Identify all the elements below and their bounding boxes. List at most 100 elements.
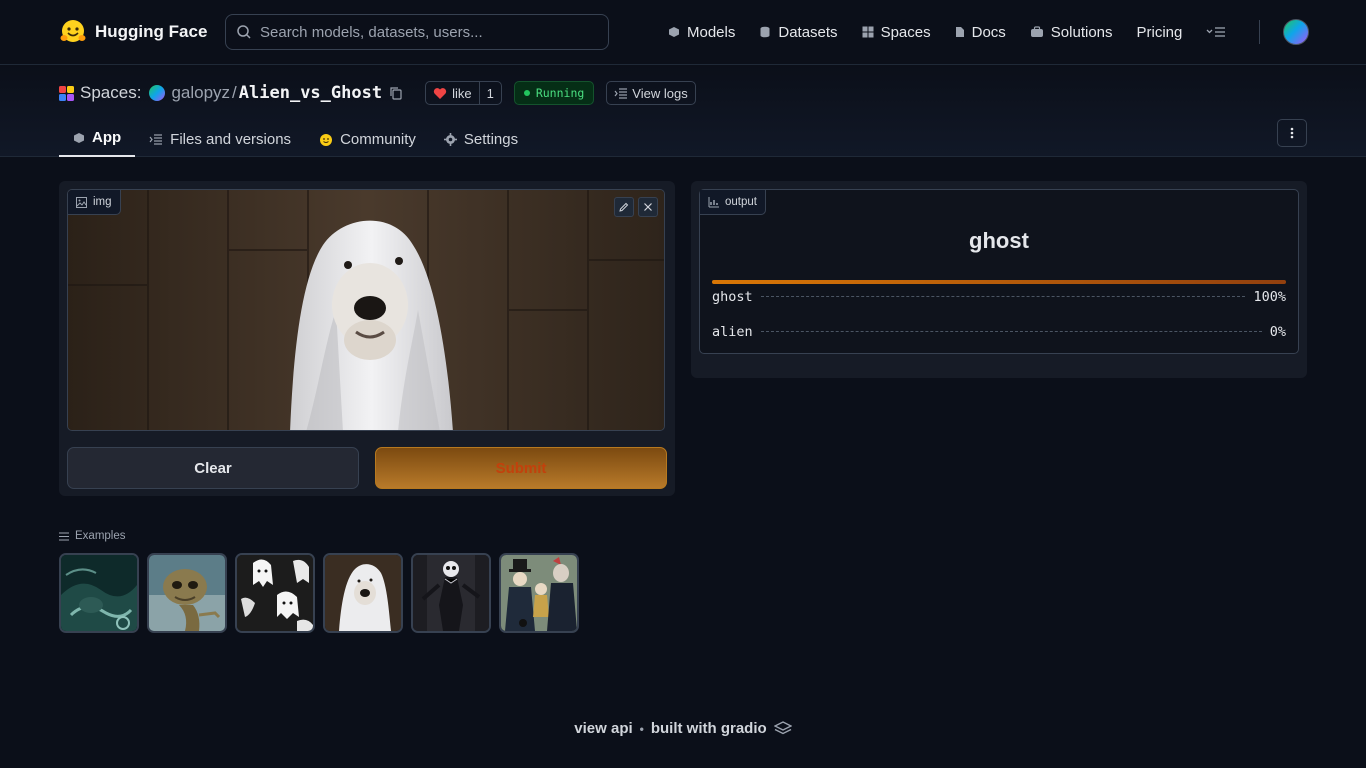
view-api-link[interactable]: view api	[574, 720, 632, 737]
image-tools	[614, 197, 658, 217]
input-panel: img Clear Submit	[59, 181, 675, 496]
status-dot	[523, 90, 530, 96]
search-input[interactable]	[260, 23, 590, 41]
models-icon	[669, 27, 679, 37]
output-label-text: output	[725, 196, 757, 208]
brand-link[interactable]: Hugging Face	[59, 18, 207, 46]
space-header: Spaces: galopyz / Alien_vs_Ghost like 1 …	[0, 65, 1366, 157]
nav-datasets-label: Datasets	[778, 23, 838, 41]
tab-community[interactable]: Community	[305, 122, 430, 157]
datasets-icon	[760, 26, 770, 38]
nav-solutions[interactable]: Solutions	[1030, 24, 1113, 41]
main-nav: Models Datasets Spaces Docs Solutions Pr…	[668, 20, 1250, 44]
copy-icon[interactable]	[389, 86, 403, 100]
confidence-value: 0%	[1269, 324, 1286, 340]
dotted-leader	[760, 331, 1262, 332]
search-icon	[237, 25, 251, 39]
space-title-row: Spaces: galopyz / Alien_vs_Ghost like 1 …	[59, 81, 696, 105]
spaces-label: Spaces:	[80, 83, 142, 102]
tab-settings[interactable]: Settings	[430, 122, 532, 157]
path-separator: /	[232, 83, 237, 102]
image-input-label: img	[68, 190, 121, 215]
submit-button[interactable]: Submit	[375, 447, 667, 489]
nav-pricing[interactable]: Pricing	[1137, 24, 1183, 41]
example-image-cartoon-ghosts	[237, 555, 313, 631]
nav-datasets[interactable]: Datasets	[759, 23, 838, 41]
example-thumbnail[interactable]	[147, 553, 227, 633]
image-input[interactable]: img	[67, 189, 665, 431]
nav-pricing-label: Pricing	[1136, 23, 1183, 41]
view-logs-label: View logs	[632, 85, 688, 101]
nav-models-label: Models	[687, 23, 736, 41]
more-options-button[interactable]	[1277, 119, 1307, 147]
list-icon	[59, 532, 69, 540]
menu-icon	[1206, 27, 1226, 37]
tab-files-label: Files and versions	[170, 131, 292, 148]
chart-icon	[708, 196, 719, 207]
example-thumbnail[interactable]	[59, 553, 139, 633]
gear-icon	[443, 133, 457, 146]
uploaded-image	[68, 190, 664, 430]
confidence-bar	[712, 280, 1286, 284]
example-thumbnail[interactable]	[235, 553, 315, 633]
edit-icon	[619, 202, 629, 212]
predicted-label: ghost	[969, 228, 1029, 253]
confidence-row-ghost[interactable]: ghost 100%	[712, 289, 1286, 305]
space-tabs: App Files and versions Community Setting…	[59, 122, 532, 157]
clear-button[interactable]: Clear	[67, 447, 359, 489]
footer-separator: •	[639, 721, 644, 736]
example-thumbnail[interactable]	[323, 553, 403, 633]
confidence-label: ghost	[712, 289, 753, 305]
output-panel: output ghost ghost 100% alien 0%	[691, 181, 1307, 378]
owner-avatar	[149, 85, 166, 101]
view-logs-button[interactable]: View logs	[606, 81, 696, 105]
example-image-cartoon-characters	[501, 555, 577, 631]
status-text: Running	[535, 86, 585, 100]
nav-divider	[1259, 20, 1260, 44]
label-output: output ghost ghost 100% alien 0%	[699, 189, 1299, 354]
spaces-icon	[59, 85, 74, 101]
user-avatar[interactable]	[1283, 19, 1309, 45]
top-navbar: Hugging Face Models Datasets Spaces Docs…	[0, 0, 1366, 65]
like-button[interactable]: like 1	[425, 81, 502, 105]
docs-icon	[955, 27, 964, 37]
example-thumbnail[interactable]	[411, 553, 491, 633]
nav-docs[interactable]: Docs	[955, 24, 1006, 41]
status-badge: Running	[513, 81, 595, 105]
image-icon	[76, 196, 87, 208]
examples-header: Examples	[59, 530, 126, 542]
hugging-face-logo	[60, 20, 86, 42]
like-label: like	[452, 85, 472, 101]
tab-app[interactable]: App	[59, 122, 136, 157]
footer: view api • built with gradio	[0, 720, 1366, 737]
clear-image-button[interactable]	[638, 197, 658, 217]
spaces-icon	[862, 26, 874, 38]
examples-gallery	[59, 553, 579, 633]
owner-link[interactable]: galopyz	[171, 83, 230, 103]
built-with-gradio-link[interactable]: built with gradio	[651, 720, 767, 737]
examples-label: Examples	[75, 530, 126, 542]
files-icon	[149, 134, 163, 145]
tab-community-label: Community	[340, 131, 416, 148]
example-image-et-alien	[149, 555, 225, 631]
nav-spaces-label: Spaces	[880, 23, 931, 41]
output-block-label: output	[700, 190, 766, 215]
brand-name: Hugging Face	[95, 22, 208, 41]
example-image-alien-creature	[61, 555, 137, 631]
example-image-dog-ghost	[325, 555, 401, 631]
repo-name-link[interactable]: Alien_vs_Ghost	[239, 83, 382, 103]
nav-models[interactable]: Models	[668, 24, 735, 41]
example-thumbnail[interactable]	[499, 553, 579, 633]
image-label-text: img	[93, 196, 112, 208]
community-icon	[320, 133, 333, 146]
edit-image-button[interactable]	[614, 197, 634, 217]
nav-spaces[interactable]: Spaces	[862, 24, 931, 41]
tab-files[interactable]: Files and versions	[135, 122, 305, 157]
confidence-row-alien[interactable]: alien 0%	[712, 324, 1286, 340]
logs-icon	[614, 87, 628, 99]
search-box[interactable]	[225, 14, 609, 50]
confidence-label: alien	[712, 324, 753, 340]
dotted-leader	[760, 296, 1246, 297]
confidence-bar-fill	[712, 280, 1286, 284]
nav-more-menu[interactable]	[1206, 26, 1226, 38]
